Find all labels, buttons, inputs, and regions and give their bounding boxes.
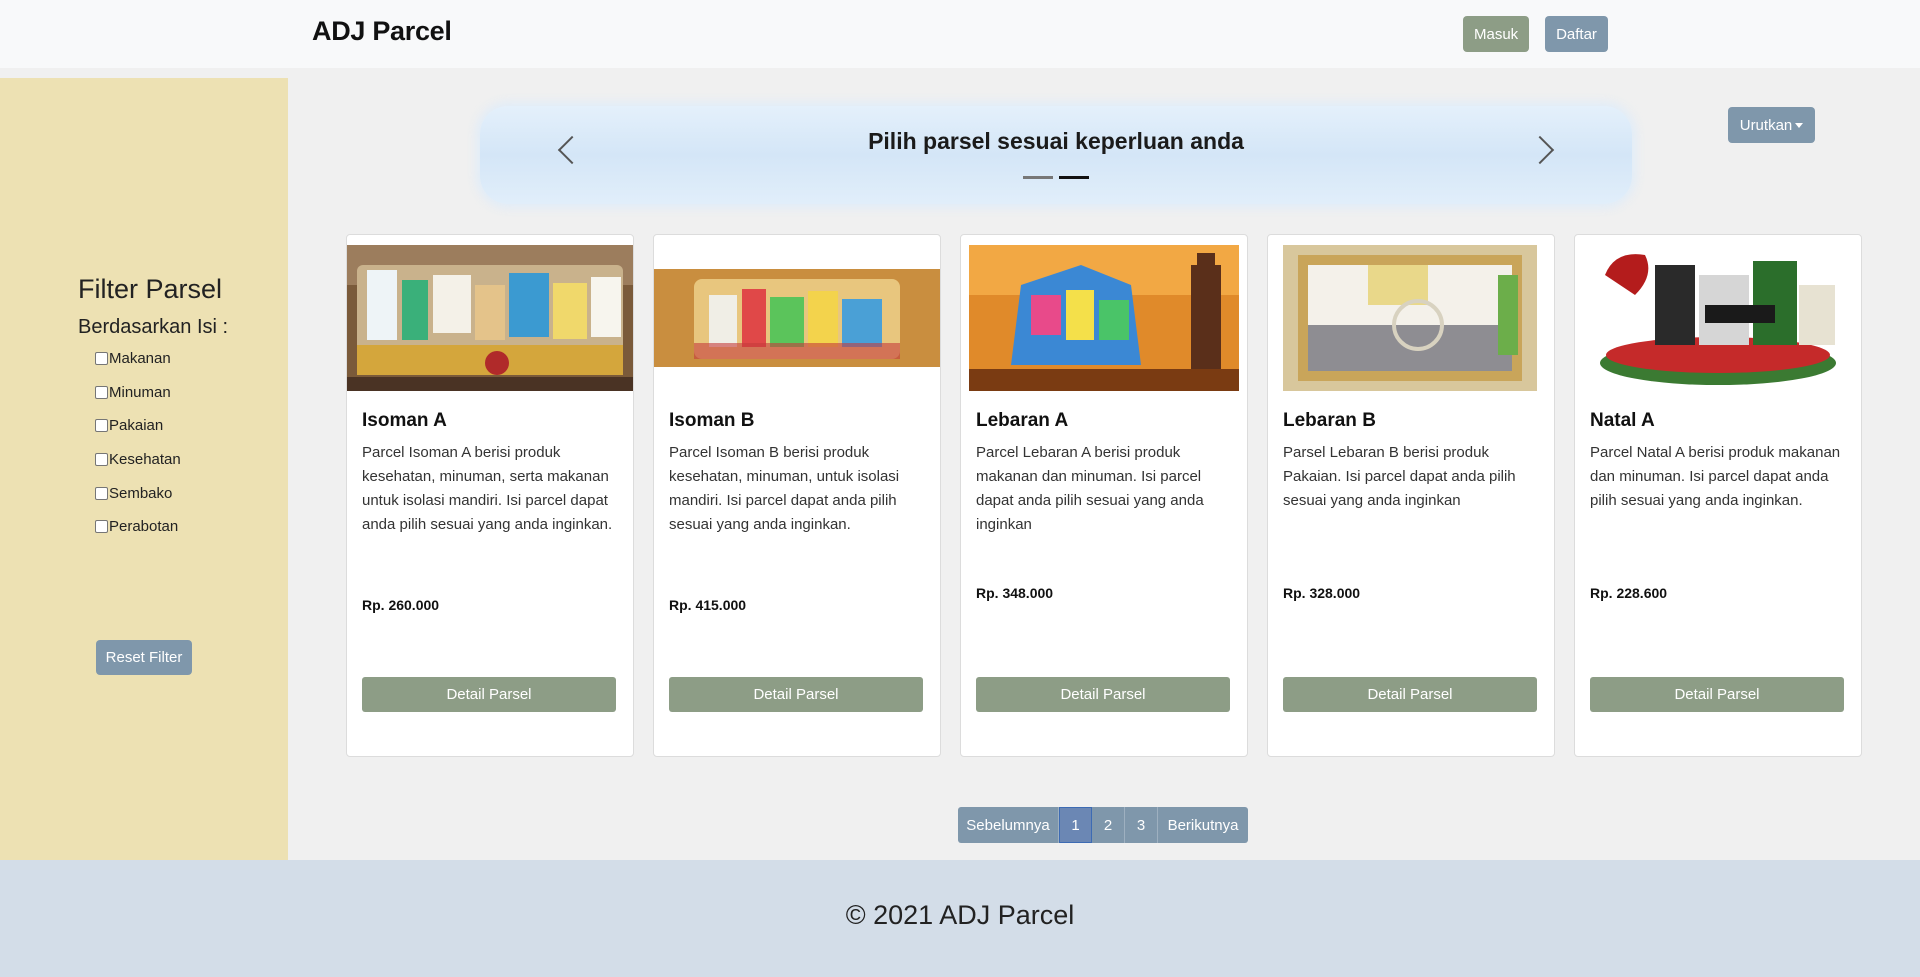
filter-label: Perabotan — [109, 517, 179, 535]
product-title: Isoman A — [362, 410, 447, 431]
product-description: Parcel Lebaran A berisi produk makanan d… — [976, 444, 1204, 533]
product-image — [654, 245, 940, 391]
product-title: Isoman B — [669, 410, 755, 431]
carousel-indicator-active[interactable] — [1059, 176, 1089, 179]
product-card: Isoman B Parcel Isoman B berisi produk k… — [653, 234, 941, 757]
register-button[interactable]: Daftar — [1545, 16, 1608, 52]
product-card: Natal A Parcel Natal A berisi produk mak… — [1574, 234, 1862, 757]
next-page-button[interactable]: Berikutnya — [1158, 807, 1248, 843]
product-card: Lebaran B Parsel Lebaran B berisi produk… — [1267, 234, 1555, 757]
page-2-button[interactable]: 2 — [1092, 807, 1125, 843]
checkbox[interactable] — [95, 452, 108, 466]
detail-button[interactable]: Detail Parsel — [1283, 677, 1537, 712]
product-description: Parcel Isoman B berisi produk kesehatan,… — [669, 444, 900, 533]
carousel-indicator[interactable] — [1023, 176, 1053, 179]
login-button[interactable]: Masuk — [1463, 16, 1529, 52]
prev-page-button[interactable]: Sebelumnya — [958, 807, 1059, 843]
filter-title: Filter Parsel — [78, 274, 223, 304]
filter-sembako[interactable]: Sembako — [95, 484, 172, 502]
product-image — [347, 245, 633, 391]
filter-sidebar — [0, 78, 288, 860]
banner-carousel: Pilih parsel sesuai keperluan anda — [480, 106, 1632, 204]
product-price: Rp. 228.600 — [1590, 585, 1668, 601]
checkbox[interactable] — [95, 351, 108, 365]
product-title: Natal A — [1590, 410, 1655, 431]
filter-makanan[interactable]: Makanan — [95, 349, 171, 367]
detail-button[interactable]: Detail Parsel — [362, 677, 616, 712]
product-description: Parsel Lebaran B berisi produk Pakaian. … — [1283, 444, 1516, 509]
detail-button[interactable]: Detail Parsel — [1590, 677, 1844, 712]
checkbox[interactable] — [95, 385, 108, 399]
product-description: Parcel Natal A berisi produk makanan dan… — [1590, 444, 1841, 509]
filter-label: Pakaian — [109, 416, 164, 434]
checkbox[interactable] — [95, 418, 108, 432]
checkbox[interactable] — [95, 519, 108, 533]
sort-label: Urutkan — [1739, 116, 1793, 134]
brand-logo[interactable]: ADJ Parcel — [312, 16, 452, 47]
filter-pakaian[interactable]: Pakaian — [95, 416, 163, 434]
page-1-button[interactable]: 1 — [1059, 807, 1092, 843]
product-image — [1268, 245, 1554, 391]
product-image — [961, 245, 1247, 391]
copyright-text: © 2021 ADJ Parcel — [845, 900, 1075, 930]
product-title: Lebaran B — [1283, 410, 1376, 431]
reset-filter-button[interactable]: Reset Filter — [96, 640, 192, 675]
pagination: Sebelumnya 1 2 3 Berikutnya — [958, 807, 1248, 843]
page-3-button[interactable]: 3 — [1125, 807, 1158, 843]
product-price: Rp. 415.000 — [669, 597, 747, 613]
product-image — [1575, 245, 1861, 391]
navbar: ADJ Parcel Masuk Daftar — [0, 0, 1920, 68]
caret-down-icon — [1795, 123, 1804, 129]
product-card: Lebaran A Parcel Lebaran A berisi produk… — [960, 234, 1248, 757]
filter-label: Minuman — [109, 383, 171, 401]
filter-label: Makanan — [109, 349, 171, 367]
product-price: Rp. 328.000 — [1283, 585, 1361, 601]
checkbox[interactable] — [95, 486, 108, 500]
footer: © 2021 ADJ Parcel — [0, 860, 1920, 977]
filter-label: Sembako — [109, 484, 173, 502]
detail-button[interactable]: Detail Parsel — [976, 677, 1230, 712]
filter-perabotan[interactable]: Perabotan — [95, 517, 178, 535]
sort-dropdown-button[interactable]: Urutkan — [1728, 107, 1815, 143]
carousel-indicators — [1023, 176, 1089, 179]
carousel-caption: Pilih parsel sesuai keperluan anda — [868, 128, 1244, 154]
detail-button[interactable]: Detail Parsel — [669, 677, 923, 712]
filter-label: Kesehatan — [109, 450, 181, 468]
filter-subtitle: Berdasarkan Isi : — [78, 316, 229, 338]
filter-kesehatan[interactable]: Kesehatan — [95, 450, 181, 468]
product-card: Isoman A Parcel Isoman A berisi produk k… — [346, 234, 634, 757]
product-price: Rp. 260.000 — [362, 597, 440, 613]
product-price: Rp. 348.000 — [976, 585, 1054, 601]
product-title: Lebaran A — [976, 410, 1069, 431]
filter-minuman[interactable]: Minuman — [95, 383, 171, 401]
product-description: Parcel Isoman A berisi produk kesehatan,… — [362, 444, 613, 533]
